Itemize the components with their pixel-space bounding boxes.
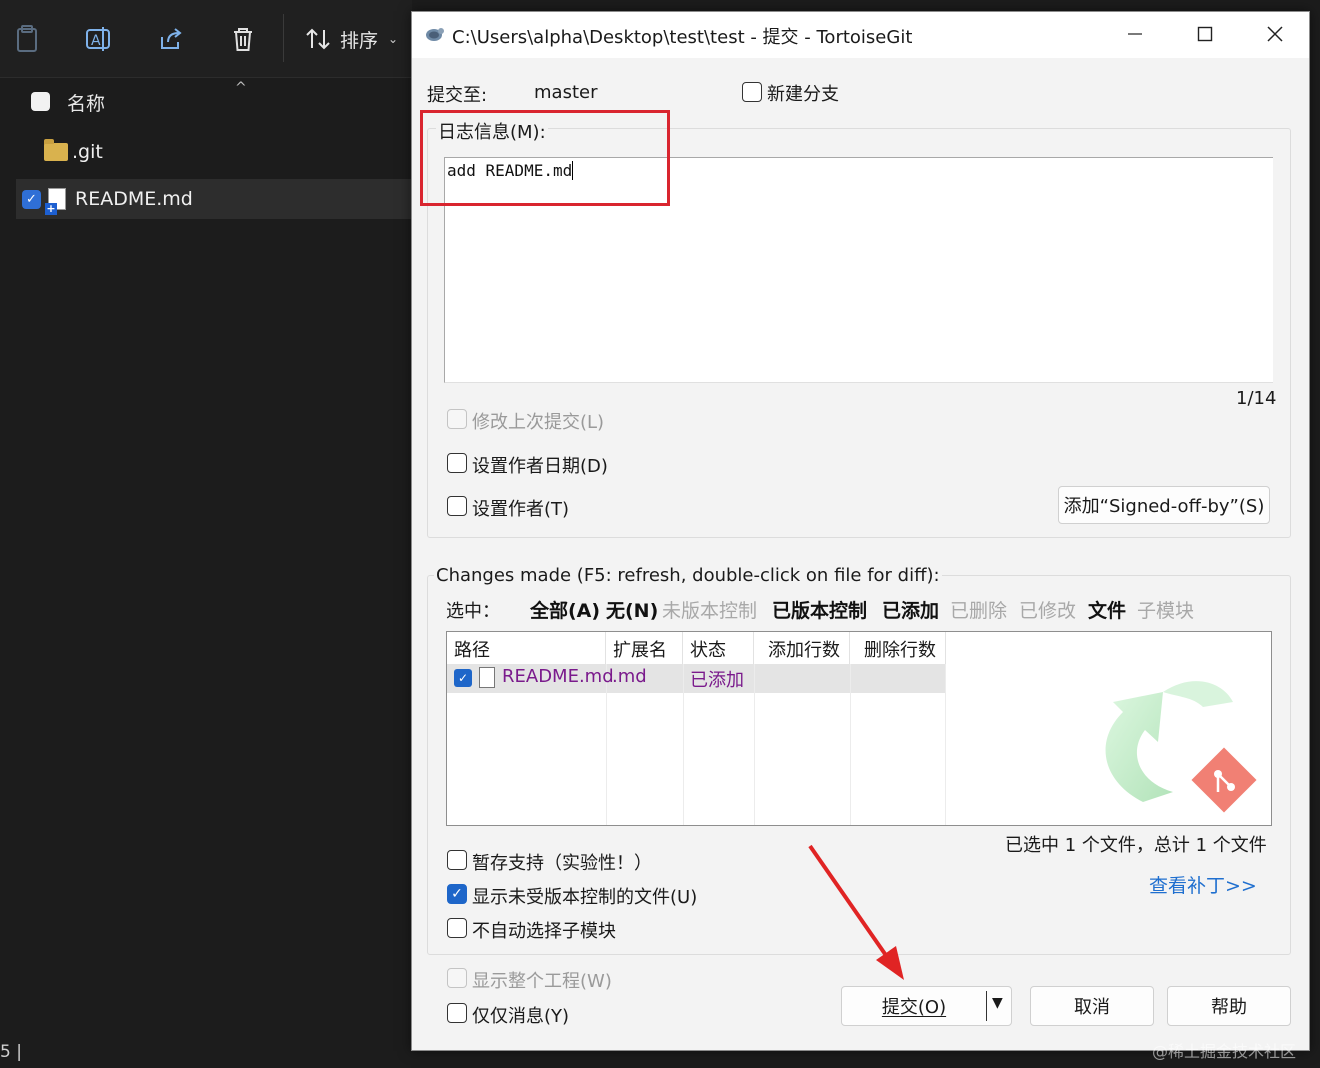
show-unversioned-checkbox[interactable]: ✓ — [447, 884, 467, 904]
show-unversioned-label: 显示未受版本控制的文件(U) — [472, 887, 698, 908]
git-added-file-icon — [45, 188, 66, 215]
site-watermark: @稀土掘金技术社区 — [1152, 1042, 1297, 1061]
rename-icon[interactable]: A — [84, 22, 114, 56]
log-message-input[interactable]: add README.md — [444, 157, 1273, 383]
cell-path: README.md — [502, 666, 614, 687]
delete-icon[interactable] — [228, 22, 258, 56]
set-author-date-label: 设置作者日期(D) — [472, 456, 608, 477]
filter-added[interactable]: 已添加 — [882, 596, 939, 623]
changes-label: Changes made (F5: refresh, double-click … — [434, 565, 942, 586]
help-button[interactable]: 帮助 — [1167, 986, 1291, 1026]
column-lines-deleted[interactable]: 删除行数 — [850, 632, 946, 664]
explorer-toolbar: A 排序 ⌄ — [0, 0, 412, 78]
split-divider — [986, 991, 987, 1021]
filter-files[interactable]: 文件 — [1088, 596, 1126, 623]
maximize-icon — [1197, 26, 1213, 42]
toolbar-separator — [283, 14, 284, 62]
row-checkbox[interactable]: ✓ — [22, 189, 41, 209]
column-divider — [850, 664, 851, 825]
column-name-label: 名称 — [67, 93, 106, 115]
no-auto-submodule-label: 不自动选择子模块 — [472, 921, 616, 942]
svg-text:A: A — [91, 33, 101, 49]
commit-dialog: C:\Users\alpha\Desktop\test\test - 提交 - … — [411, 11, 1310, 1051]
new-branch-label: 新建分支 — [767, 84, 839, 105]
file-name: .git — [72, 141, 103, 163]
folder-icon — [44, 139, 68, 161]
commit-to-label: 提交至: — [427, 85, 488, 106]
column-extension[interactable]: 扩展名 — [606, 632, 683, 664]
maximize-button[interactable] — [1170, 12, 1240, 56]
log-message-text: add README.md — [447, 161, 573, 180]
set-author-label: 设置作者(T) — [472, 499, 570, 520]
select-label: 选中： — [446, 601, 500, 622]
commit-button-label: 提交(O) — [881, 997, 947, 1018]
filter-modified[interactable]: 已修改 — [1019, 596, 1076, 623]
column-status[interactable]: 状态 — [683, 632, 754, 664]
column-header-name[interactable]: 名称 ^ — [0, 80, 412, 122]
column-divider — [683, 664, 684, 825]
filter-unversioned[interactable]: 未版本控制 — [662, 596, 757, 623]
column-divider — [606, 664, 607, 825]
close-button[interactable] — [1240, 12, 1310, 56]
filter-all[interactable]: 全部(A) — [530, 596, 600, 623]
set-author-date-checkbox[interactable] — [447, 453, 467, 473]
file-row-readme[interactable]: ✓ README.md — [16, 179, 412, 219]
cancel-button[interactable]: 取消 — [1030, 986, 1154, 1026]
signed-off-by-button[interactable]: 添加“Signed-off-by”(S) — [1058, 486, 1270, 524]
amend-checkbox[interactable] — [447, 409, 467, 429]
message-counter: 1/14 — [1236, 388, 1277, 409]
chevron-down-icon: ⌄ — [388, 32, 399, 46]
column-lines-added[interactable]: 添加行数 — [754, 632, 850, 664]
status-bar-fragment: 5 | — [0, 1042, 22, 1062]
column-divider — [754, 664, 755, 825]
share-icon[interactable] — [156, 22, 186, 56]
amend-label: 修改上次提交(L) — [472, 412, 605, 433]
filter-deleted[interactable]: 已删除 — [950, 596, 1007, 623]
commit-split-button[interactable]: 提交(O) ▼ — [841, 986, 1012, 1026]
column-divider — [945, 664, 946, 825]
tortoisegit-watermark-icon — [1105, 681, 1257, 813]
cell-extension: .md — [612, 666, 647, 687]
paste-icon[interactable] — [12, 22, 42, 56]
filter-none[interactable]: 无(N) — [606, 596, 658, 623]
show-whole-project-label: 显示整个工程(W) — [472, 971, 612, 992]
title-bar: C:\Users\alpha\Desktop\test\test - 提交 - … — [412, 12, 1309, 58]
row-checkbox[interactable]: ✓ — [454, 669, 472, 687]
message-only-label: 仅仅消息(Y) — [472, 1006, 570, 1027]
text-caret — [572, 161, 574, 180]
message-only-checkbox[interactable] — [447, 1003, 467, 1023]
stash-support-checkbox[interactable] — [447, 850, 467, 870]
select-all-checkbox[interactable] — [31, 92, 50, 111]
stash-support-label: 暂存支持（实验性！） — [472, 853, 652, 874]
file-name: README.md — [75, 188, 193, 210]
sort-icon — [306, 28, 330, 50]
window-title: C:\Users\alpha\Desktop\test\test - 提交 - … — [452, 27, 913, 48]
file-row-git[interactable]: .git — [16, 132, 412, 172]
filter-submodules[interactable]: 子模块 — [1137, 596, 1194, 623]
selection-summary: 已选中 1 个文件，总计 1 个文件 — [1005, 835, 1267, 856]
minimize-icon — [1128, 33, 1142, 35]
no-auto-submodule-checkbox[interactable] — [447, 918, 467, 938]
minimize-button[interactable] — [1100, 12, 1170, 56]
sort-label: 排序 — [340, 29, 379, 52]
view-patch-link[interactable]: 查看补丁>> — [1149, 871, 1257, 898]
column-path[interactable]: 路径 — [447, 632, 606, 664]
sort-button[interactable]: 排序 ⌄ — [304, 22, 398, 56]
cell-status: 已添加 — [690, 670, 744, 691]
document-icon — [479, 667, 495, 688]
tortoisegit-icon — [426, 28, 444, 41]
close-icon — [1267, 26, 1283, 42]
log-message-label: 日志信息(M): — [436, 118, 548, 144]
show-whole-project-checkbox[interactable] — [447, 968, 467, 988]
set-author-checkbox[interactable] — [447, 496, 467, 516]
new-branch-checkbox[interactable] — [742, 82, 762, 102]
dropdown-arrow-icon[interactable]: ▼ — [992, 995, 1003, 1011]
filter-versioned[interactable]: 已版本控制 — [772, 596, 867, 623]
sort-ascending-icon: ^ — [235, 80, 247, 96]
changed-files-list[interactable]: 路径 扩展名 状态 添加行数 删除行数 ✓ README.md .md 已添加 — [446, 631, 1272, 826]
branch-name: master — [534, 82, 598, 103]
